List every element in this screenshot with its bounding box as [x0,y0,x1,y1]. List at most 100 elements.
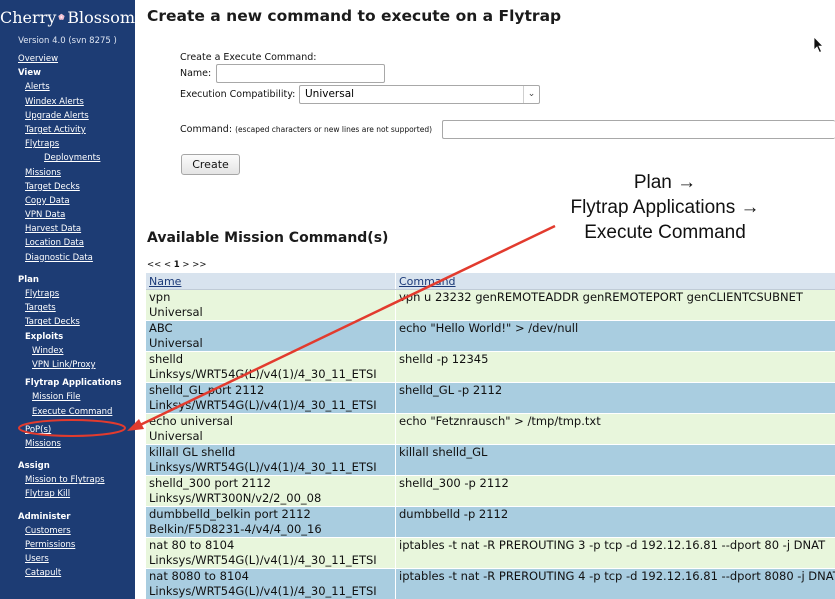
command-name: nat 80 to 8104 [149,538,235,552]
command-compatibility: Linksys/WRT300N/v2/2_00_08 [149,491,322,505]
sidebar-item-flytraps-plan[interactable]: Flytraps [0,287,135,301]
sidebar-item-users[interactable]: Users [0,552,135,566]
sidebar-item-targets[interactable]: Targets [0,301,135,315]
sidebar-item-target-decks-plan[interactable]: Target Decks [0,315,135,329]
sidebar-item-pops[interactable]: PoP(s) [0,423,135,437]
sidebar-item-deployments[interactable]: Deployments [0,151,135,165]
sidebar-heading-view: View [18,68,41,79]
sidebar-item-alerts[interactable]: Alerts [0,80,135,94]
sidebar-item-customers[interactable]: Customers [0,524,135,538]
annotation-line-2: Flytrap Applications → [570,197,760,218]
column-header-command[interactable]: Command [396,273,835,289]
command-cell: shelld_GL -p 2112 [396,383,835,413]
sidebar-item-missions-view[interactable]: Missions [0,166,135,180]
command-text: killall shelld_GL [399,445,488,459]
sidebar-item-vpn-data[interactable]: VPN Data [0,208,135,222]
sidebar-heading-exploits: Exploits [25,331,64,342]
form-heading: Create a Execute Command: [180,52,317,63]
sidebar-item-harvest-data[interactable]: Harvest Data [0,222,135,236]
table-row[interactable]: shelld Linksys/WRT54G(L)/v4(1)/4_30_11_ET… [146,352,835,383]
mouse-pointer-icon [813,36,824,54]
pager-prev[interactable]: << < [147,260,171,270]
table-row[interactable]: nat 8080 to 8104 Linksys/WRT54G(L)/v4(1)/… [146,569,835,599]
annotation-text: Plan → Flytrap Applications → Execute Co… [540,170,790,245]
main-content: Create a new command to execute on a Fly… [135,0,835,599]
sidebar-item-mission-file[interactable]: Mission File [0,390,135,404]
pager-next[interactable]: > >> [182,260,206,270]
sidebar-item-target-activity[interactable]: Target Activity [0,123,135,137]
command-name: shelld_300 port 2112 [149,476,271,490]
name-cell: echo universal Universal [146,414,396,444]
command-cell: shelld_300 -p 2112 [396,476,835,506]
table-row[interactable]: ABC Universal echo "Hello World!" > /dev/n… [146,321,835,352]
command-input[interactable] [442,120,835,139]
logo-text-right: Blossom [67,7,135,27]
commands-table: Name Command vpn Universal vpn u 23232 gen… [146,273,835,599]
table-row[interactable]: shelld_300 port 2112 Linksys/WRT300N/v2/2… [146,476,835,507]
command-label: Command: [180,124,233,135]
command-text: vpn u 23232 genREMOTEADDR genREMOTEPORT … [399,290,803,304]
sidebar-item-target-decks-view[interactable]: Target Decks [0,180,135,194]
sidebar-item-windex-alerts[interactable]: Windex Alerts [0,95,135,109]
compatibility-selected-value: Universal [305,88,355,100]
table-row[interactable]: nat 80 to 8104 Linksys/WRT54G(L)/v4(1)/4_… [146,538,835,569]
annotation-line-3: Execute Command [584,222,746,243]
command-text: dumbbelld -p 2112 [399,507,509,521]
command-text: echo "Fetznrausch" > /tmp/tmp.txt [399,414,601,428]
sidebar-item-location-data[interactable]: Location Data [0,236,135,250]
command-compatibility: Universal [149,336,203,350]
sidebar-item-flytrap-kill[interactable]: Flytrap Kill [0,487,135,501]
sidebar-heading-flytrap-applications: Flytrap Applications [25,378,122,389]
sidebar-item-windex[interactable]: Windex [0,344,135,358]
column-header-name[interactable]: Name [146,273,396,289]
cherry-blossom-icon [58,13,65,20]
command-name: dumbbelld_belkin port 2112 [149,507,311,521]
sidebar: Cherry Blossom Version 4.0 (svn 8275 ) O… [0,0,135,599]
command-compatibility: Belkin/F5D8231-4/v4/4_00_16 [149,522,322,536]
command-name: vpn [149,290,171,304]
command-cell: shelld -p 12345 [396,352,835,382]
table-row[interactable]: shelld_GL port 2112 Linksys/WRT54G(L)/v4(… [146,383,835,414]
annotation-line-1: Plan → [633,172,697,193]
command-name: shelld [149,352,184,366]
sidebar-item-vpn-link-proxy[interactable]: VPN Link/Proxy [0,358,135,372]
page-title: Create a new command to execute on a Fly… [147,7,562,25]
command-cell: killall shelld_GL [396,445,835,475]
sidebar-item-catapult[interactable]: Catapult [0,566,135,580]
pager: << < 1 > >> [147,260,206,270]
table-row[interactable]: killall GL shelld Linksys/WRT54G(L)/v4(1)… [146,445,835,476]
command-text: shelld_300 -p 2112 [399,476,509,490]
command-compatibility: Linksys/WRT54G(L)/v4(1)/4_30_11_ETSI [149,584,377,598]
command-name: shelld_GL port 2112 [149,383,265,397]
sidebar-item-mission-to-flytraps[interactable]: Mission to Flytraps [0,473,135,487]
name-cell: vpn Universal [146,290,396,320]
chevron-down-icon: ⌄ [523,86,539,103]
name-input[interactable] [216,64,385,83]
create-button[interactable]: Create [181,154,240,175]
compatibility-select[interactable]: Universal ⌄ [299,85,540,104]
sidebar-item-copy-data[interactable]: Copy Data [0,194,135,208]
command-name: ABC [149,321,173,335]
name-cell: shelld_GL port 2112 Linksys/WRT54G(L)/v4(… [146,383,396,413]
command-cell: vpn u 23232 genREMOTEADDR genREMOTEPORT … [396,290,835,320]
sidebar-item-diagnostic-data[interactable]: Diagnostic Data [0,251,135,265]
pager-current: 1 [173,260,180,270]
command-text: shelld_GL -p 2112 [399,383,503,397]
command-compatibility: Linksys/WRT54G(L)/v4(1)/4_30_11_ETSI [149,460,377,474]
name-cell: shelld_300 port 2112 Linksys/WRT300N/v2/2… [146,476,396,506]
sidebar-item-missions-plan[interactable]: Missions [0,437,135,451]
table-row[interactable]: vpn Universal vpn u 23232 genREMOTEADDR ge… [146,290,835,321]
sidebar-item-overview[interactable]: Overview [0,52,135,66]
sidebar-item-flytraps-view[interactable]: Flytraps [0,137,135,151]
sidebar-item-execute-command[interactable]: Execute Command [0,405,135,419]
command-cell: iptables -t nat -R PREROUTING 4 -p tcp -… [396,569,835,599]
table-row[interactable]: echo universal Universal echo "Fetznrausch… [146,414,835,445]
command-text: echo "Hello World!" > /dev/null [399,321,579,335]
command-name: killall GL shelld [149,445,236,459]
sidebar-item-permissions[interactable]: Permissions [0,538,135,552]
command-cell: dumbbelld -p 2112 [396,507,835,537]
sidebar-item-upgrade-alerts[interactable]: Upgrade Alerts [0,109,135,123]
section-title: Available Mission Command(s) [147,230,389,246]
command-note: (escaped characters or new lines are not… [235,125,432,134]
table-row[interactable]: dumbbelld_belkin port 2112 Belkin/F5D8231… [146,507,835,538]
